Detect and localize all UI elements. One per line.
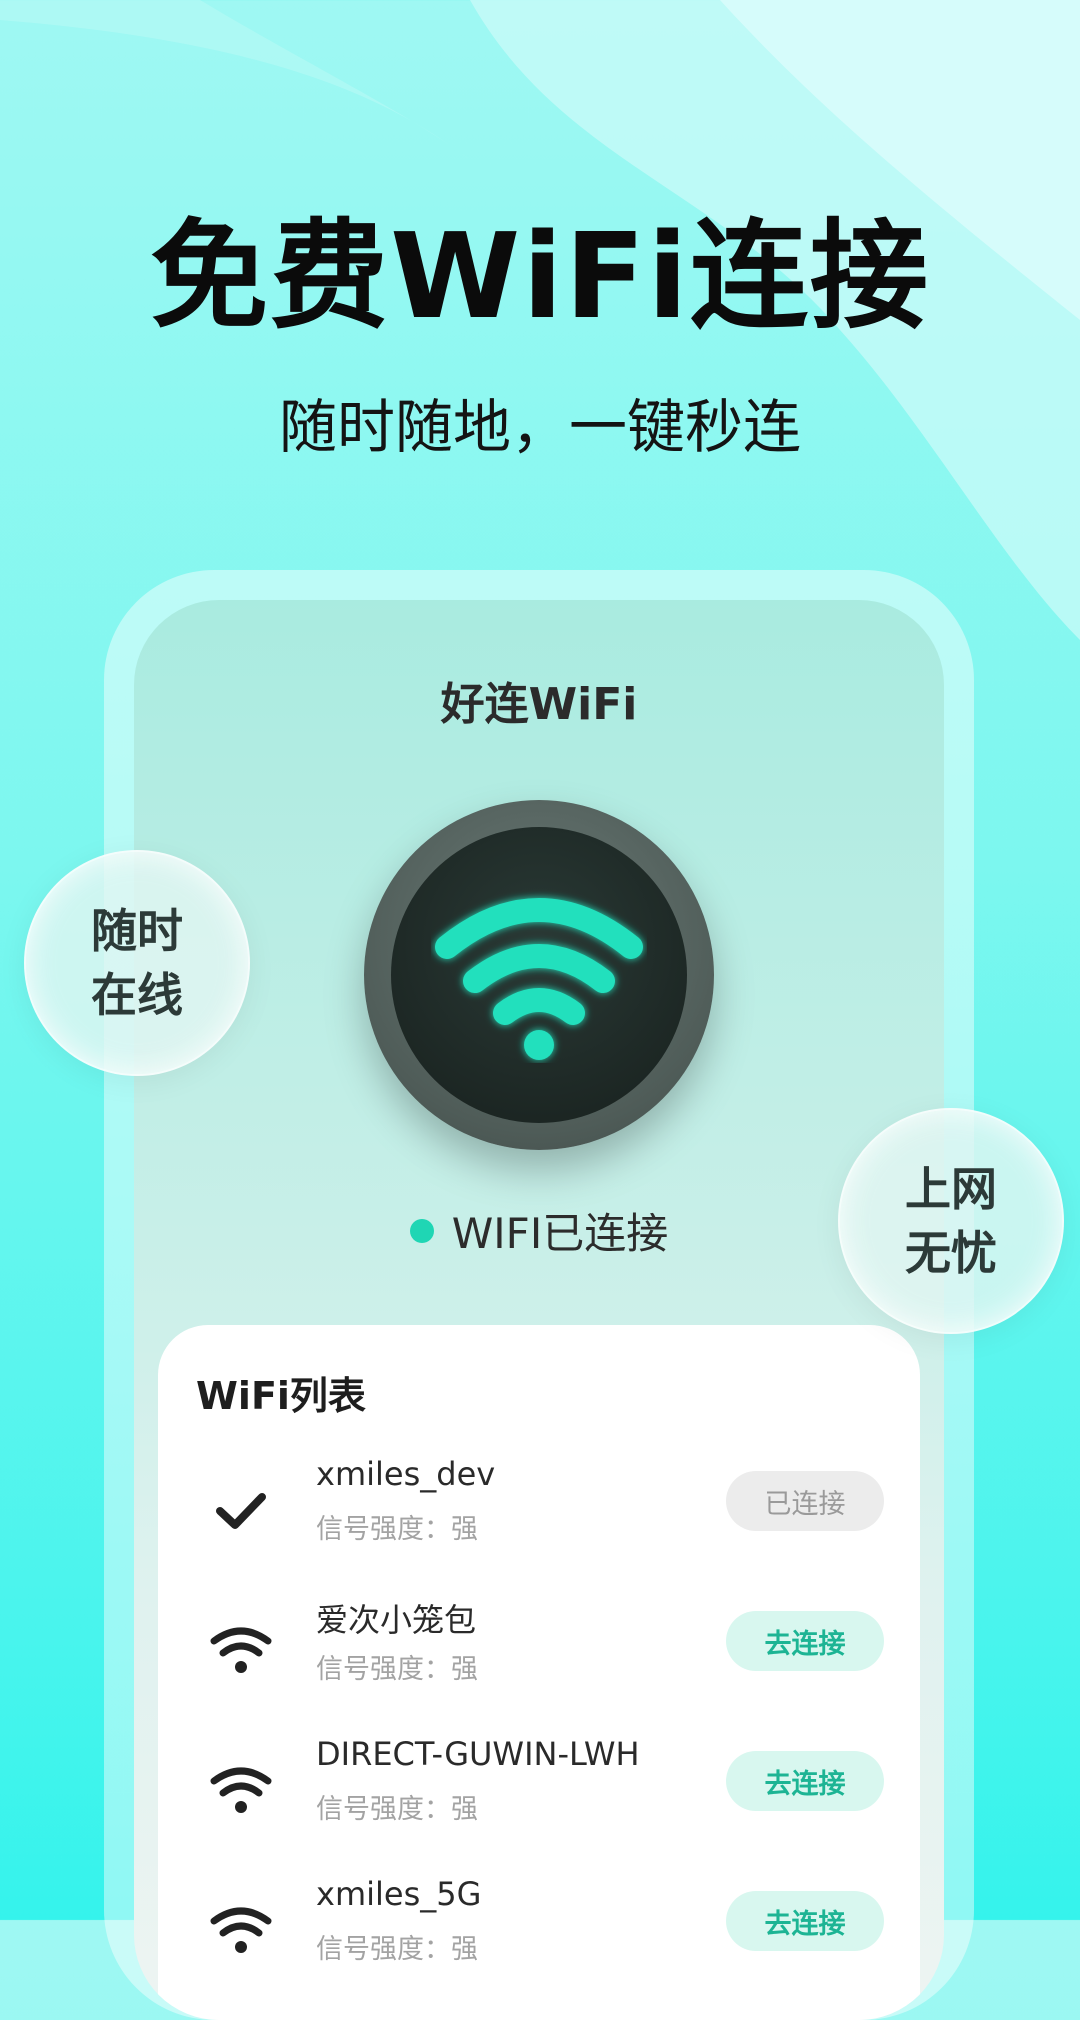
wifi-button-inner [391,827,687,1123]
bubble-text: 随时 [91,904,183,958]
connect-button[interactable]: 去连接 [726,1891,884,1951]
wifi-list-card: WiFi列表 xmiles_dev 信号强度：强 已连接 爱次小笼包 信号强度：… [158,1325,920,2020]
wifi-name: 爱次小笼包 [316,1601,477,1639]
bubble-text: 上网 [905,1162,997,1216]
wifi-icon [210,1907,272,1953]
bubble-text: 无忧 [905,1226,997,1280]
status-dot [409,1218,434,1243]
connected-button[interactable]: 已连接 [726,1471,884,1531]
wifi-name: xmiles_dev [316,1455,496,1493]
wifi-list-item[interactable]: xmiles_5G 信号强度：强 去连接 [158,1875,920,1995]
wifi-signal: 信号强度：强 [316,1514,478,1545]
hero-subtitle: 随时随地，一键秒连 [278,393,801,461]
connect-button[interactable]: 去连接 [726,1751,884,1811]
wifi-signal: 信号强度：强 [316,1934,478,1965]
wifi-list-item[interactable]: xmiles_dev 信号强度：强 已连接 [158,1455,920,1575]
feature-bubble-worry-free: 上网 无忧 [838,1108,1064,1334]
wifi-icon [210,1767,272,1813]
wifi-list-title: WiFi列表 [196,1374,366,1418]
bubble-text: 在线 [91,968,183,1022]
wifi-name: DIRECT-GUWIN-LWH [316,1735,640,1773]
hero-title: 免费WiFi连接 [150,207,930,345]
status-text: WIFI已连接 [451,1209,669,1258]
wifi-name: xmiles_5G [316,1875,482,1913]
wifi-signal: 信号强度：强 [316,1794,478,1825]
connect-button[interactable]: 去连接 [726,1611,884,1671]
phone-mockup: 好连WiFi WIFI已连接 WiFi列表 xmiles_dev 信号强度：强 … [104,570,974,2020]
phone-screen: 好连WiFi WIFI已连接 WiFi列表 xmiles_dev 信号强度：强 … [134,600,944,2020]
wifi-icon [435,898,643,1060]
feature-bubble-online: 随时 在线 [24,850,250,1076]
wifi-signal: 信号强度：强 [316,1654,478,1685]
app-title: 好连WiFi [440,679,638,730]
connection-status: WIFI已连接 [134,1200,944,1261]
wifi-list-item[interactable]: DIRECT-GUWIN-LWH 信号强度：强 去连接 [158,1735,920,1855]
wifi-list-item[interactable]: 爱次小笼包 信号强度：强 去连接 [158,1595,920,1715]
wifi-icon [210,1627,272,1673]
check-icon [216,1493,266,1529]
wifi-connect-button[interactable] [364,800,714,1150]
